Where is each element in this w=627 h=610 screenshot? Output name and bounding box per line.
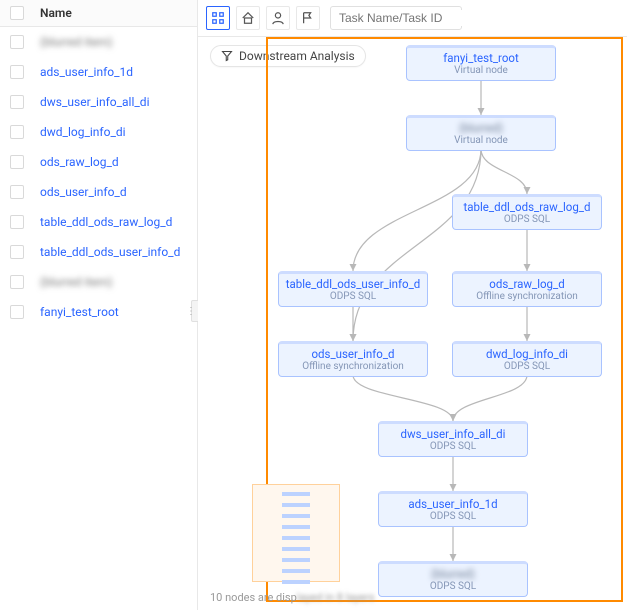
task-link[interactable]: table_ddl_ods_raw_log_d [40, 215, 172, 229]
node-subtitle: ODPS SQL [379, 441, 527, 456]
home-button[interactable] [236, 6, 260, 30]
task-name: fanyi_test_root [40, 305, 119, 319]
minimap[interactable] [210, 484, 340, 582]
flag-icon [301, 11, 315, 25]
node-title: dws_user_info_all_di [379, 424, 527, 441]
row-checkbox[interactable] [10, 305, 24, 319]
funnel-icon [221, 50, 233, 62]
search-box[interactable] [330, 6, 462, 30]
task-name: ods_raw_log_d [40, 155, 119, 169]
node-title: table_ddl_ods_raw_log_d [453, 197, 601, 214]
task-name: (blurred item) [40, 35, 112, 49]
dag-edge [353, 149, 481, 341]
node-title: ods_user_info_d [279, 344, 427, 361]
sidebar-item[interactable]: ods_user_info_d [0, 177, 197, 207]
search-input[interactable] [337, 10, 496, 26]
node-title: table_ddl_ods_user_info_d [279, 274, 427, 291]
dag-node[interactable]: fanyi_test_rootVirtual node [406, 45, 556, 81]
row-checkbox[interactable] [10, 65, 24, 79]
sidebar-item[interactable]: table_ddl_ods_raw_log_d [0, 207, 197, 237]
row-checkbox[interactable] [10, 35, 24, 49]
toolbar [198, 0, 627, 37]
sidebar-item[interactable]: (blurred item) [0, 267, 197, 297]
row-checkbox[interactable] [10, 275, 24, 289]
dag-node[interactable]: table_ddl_ods_raw_log_dODPS SQL [452, 194, 602, 230]
node-title: ods_raw_log_d [453, 274, 601, 291]
dag-node[interactable]: dwd_log_info_diODPS SQL [452, 341, 602, 377]
flag-button[interactable] [296, 6, 320, 30]
node-subtitle: ODPS SQL [379, 581, 527, 596]
task-link[interactable]: ods_raw_log_d [40, 155, 119, 169]
sidebar-header-title: Name [40, 6, 72, 20]
task-link[interactable]: ads_user_info_1d [40, 65, 133, 79]
node-title: fanyi_test_root [407, 48, 555, 65]
footer-status: 10 nodes are displayed in 8 layers [210, 591, 375, 604]
node-title: ads_user_info_1d [379, 494, 527, 511]
dag-edge [353, 375, 453, 421]
node-title: (blurred) [407, 118, 555, 135]
grid-view-button[interactable] [206, 6, 230, 30]
row-checkbox[interactable] [10, 95, 24, 109]
sidebar: Name (blurred item) ads_user_info_1d dws_u… [0, 0, 198, 610]
task-name: ads_user_info_1d [40, 65, 133, 79]
task-name: table_ddl_ods_raw_log_d [40, 215, 172, 229]
row-checkbox[interactable] [10, 215, 24, 229]
node-subtitle: ODPS SQL [379, 511, 527, 526]
row-checkbox[interactable] [10, 125, 24, 139]
sidebar-item[interactable]: (blurred item) [0, 27, 197, 57]
user-button[interactable] [266, 6, 290, 30]
select-all-checkbox[interactable] [10, 6, 24, 20]
grid-icon [211, 11, 225, 25]
task-link[interactable]: dwd_log_info_di [40, 125, 126, 139]
sidebar-item[interactable]: table_ddl_ods_user_info_d [0, 237, 197, 267]
dag-node[interactable]: ods_user_info_dOffline synchronization [278, 341, 428, 377]
task-link[interactable]: (blurred item) [40, 275, 112, 289]
home-icon [241, 11, 255, 25]
dag-edge [481, 149, 527, 194]
main: Downstream Analysis fanyi_test_rootVirtu… [198, 0, 627, 610]
dag-node[interactable]: (blurred)Virtual node [406, 115, 556, 151]
sidebar-item[interactable]: ads_user_info_1d [0, 57, 197, 87]
node-subtitle: ODPS SQL [453, 214, 601, 229]
task-name: ods_user_info_d [40, 185, 127, 199]
sidebar-item[interactable]: fanyi_test_root [0, 297, 197, 327]
task-name: dwd_log_info_di [40, 125, 126, 139]
dag-node[interactable]: dws_user_info_all_diODPS SQL [378, 421, 528, 457]
row-checkbox[interactable] [10, 245, 24, 259]
dag-node[interactable]: table_ddl_ods_user_info_dODPS SQL [278, 271, 428, 307]
task-name: dws_user_info_all_di [40, 95, 149, 109]
node-subtitle: Offline synchronization [279, 361, 427, 376]
sidebar-header: Name [0, 0, 197, 27]
row-checkbox[interactable] [10, 185, 24, 199]
user-icon [271, 11, 285, 25]
node-title: dwd_log_info_di [453, 344, 601, 361]
dag-node[interactable]: ods_raw_log_dOffline synchronization [452, 271, 602, 307]
node-subtitle: Virtual node [407, 65, 555, 80]
dag-node[interactable]: (blurred)ODPS SQL [378, 561, 528, 597]
node-subtitle: Offline synchronization [453, 291, 601, 306]
sidebar-item[interactable]: dwd_log_info_di [0, 117, 197, 147]
sidebar-item[interactable]: dws_user_info_all_di [0, 87, 197, 117]
task-link[interactable]: table_ddl_ods_user_info_d [40, 245, 180, 259]
task-link[interactable]: (blurred item) [40, 35, 112, 49]
node-subtitle: ODPS SQL [279, 291, 427, 306]
dag-node[interactable]: ads_user_info_1dODPS SQL [378, 491, 528, 527]
canvas[interactable]: Downstream Analysis fanyi_test_rootVirtu… [198, 37, 627, 610]
row-checkbox[interactable] [10, 155, 24, 169]
task-name: table_ddl_ods_user_info_d [40, 245, 180, 259]
task-name: (blurred item) [40, 275, 112, 289]
task-link[interactable]: ods_user_info_d [40, 185, 127, 199]
node-subtitle: Virtual node [407, 135, 555, 150]
node-subtitle: ODPS SQL [453, 361, 601, 376]
dag-edge [453, 375, 527, 421]
node-title: (blurred) [379, 564, 527, 581]
task-link[interactable]: fanyi_test_root [40, 305, 119, 319]
sidebar-item[interactable]: ods_raw_log_d [0, 147, 197, 177]
task-link[interactable]: dws_user_info_all_di [40, 95, 149, 109]
